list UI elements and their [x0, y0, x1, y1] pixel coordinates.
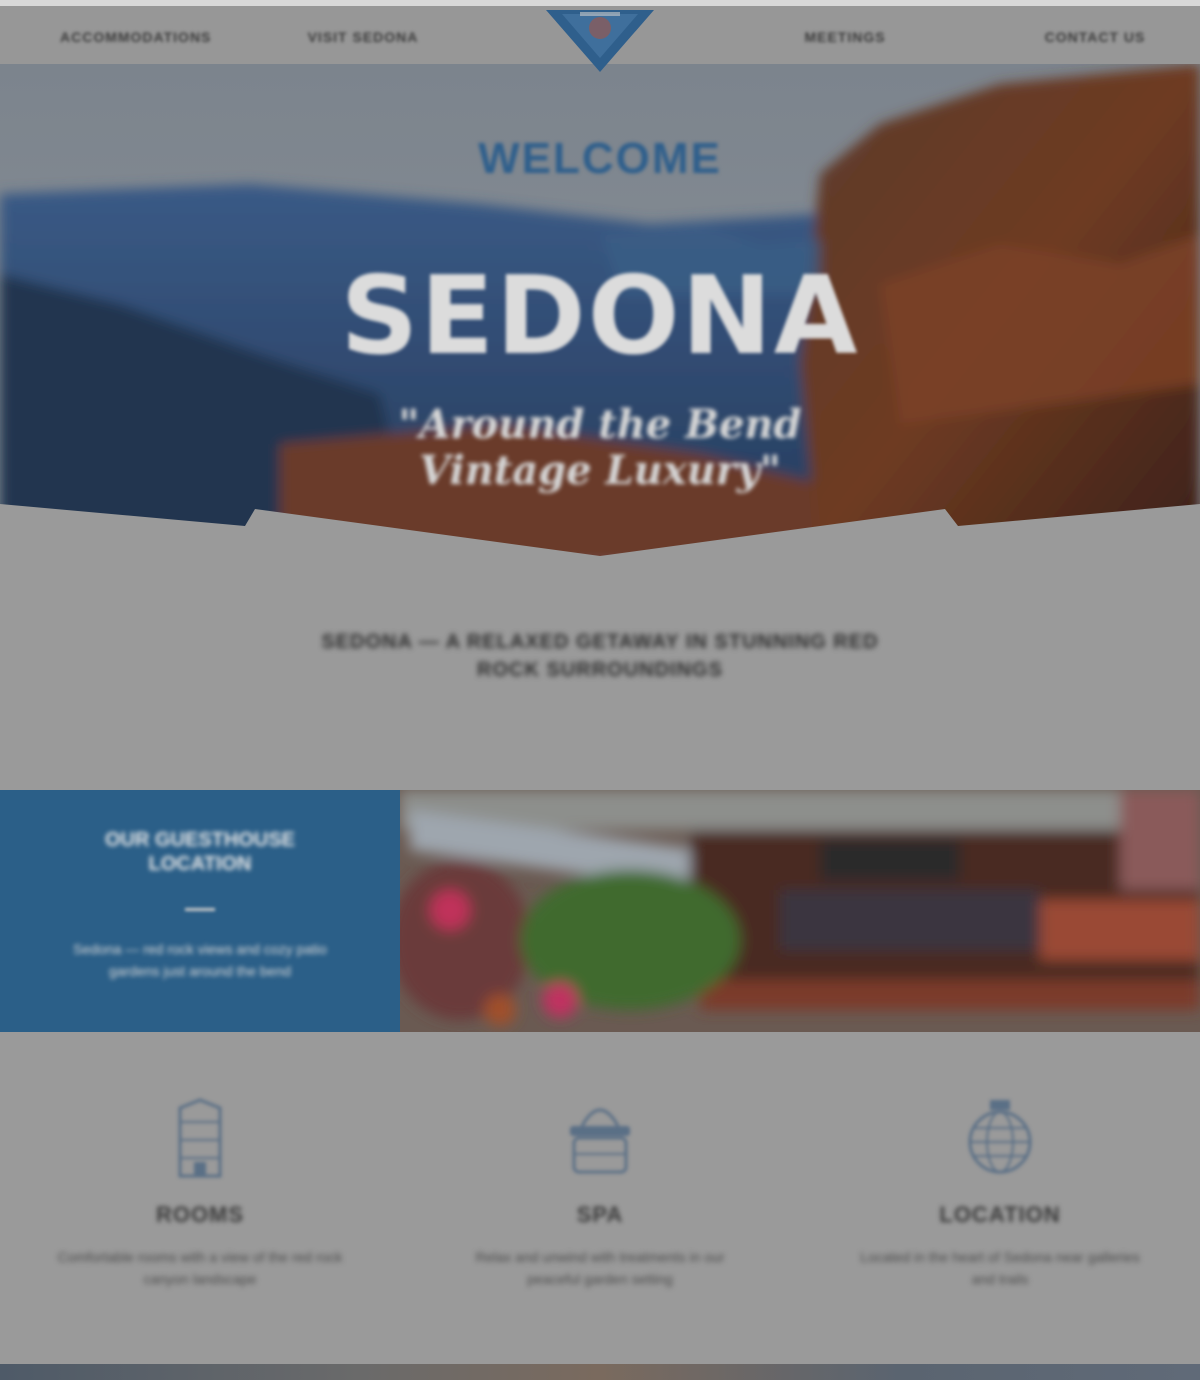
shield-logo-icon[interactable]: [540, 6, 660, 76]
service-title: Location: [939, 1202, 1061, 1227]
spa-basket-icon: [570, 1108, 630, 1174]
hero-tagline-line1: "Around the Bend: [398, 401, 802, 448]
hero-tagline: "Around the Bend Vintage Luxury": [0, 402, 1200, 494]
service-location[interactable]: Location Located in the heart of Sedona …: [850, 1096, 1150, 1290]
service-title: Rooms: [155, 1202, 245, 1227]
footer-image-strip: [0, 1364, 1200, 1380]
feature-description: Sedona — red rock views and cozy patio g…: [73, 941, 327, 979]
hero-tagline-line2: Vintage Luxury": [419, 447, 781, 494]
building-icon: [178, 1098, 222, 1178]
nav-link-contact[interactable]: Contact Us: [1030, 24, 1160, 50]
nav-link-accommodations[interactable]: Accommodations: [60, 24, 210, 50]
feature-title: Our Guesthouse Location: [104, 829, 296, 875]
service-text: Relax and unwind with treatments in our …: [475, 1249, 725, 1287]
service-spa[interactable]: Spa Relax and unwind with treatments in …: [450, 1096, 750, 1290]
guesthouse-photo: [400, 790, 1200, 1032]
globe-icon: [968, 1100, 1032, 1174]
hero-banner: WELCOME SEDONA "Around the Bend Vintage …: [0, 64, 1200, 564]
hero-welcome: WELCOME: [478, 134, 722, 183]
nav-link-visit-sedona[interactable]: Visit Sedona: [298, 24, 428, 50]
intro-heading: Sedona — a relaxed getaway in stunning r…: [321, 631, 879, 681]
service-rooms[interactable]: Rooms Comfortable rooms with a view of t…: [50, 1096, 350, 1290]
nav-link-meetings[interactable]: Meetings: [780, 24, 910, 50]
service-text: Comfortable rooms with a view of the red…: [57, 1249, 343, 1287]
feature-divider: [185, 908, 215, 911]
service-title: Spa: [576, 1202, 624, 1227]
hero-title: SEDONA: [340, 254, 860, 379]
guesthouse-patio-image: [400, 790, 1200, 1032]
feature-panel[interactable]: Our Guesthouse Location Sedona — red roc…: [0, 790, 400, 1032]
service-text: Located in the heart of Sedona near gall…: [860, 1249, 1140, 1287]
